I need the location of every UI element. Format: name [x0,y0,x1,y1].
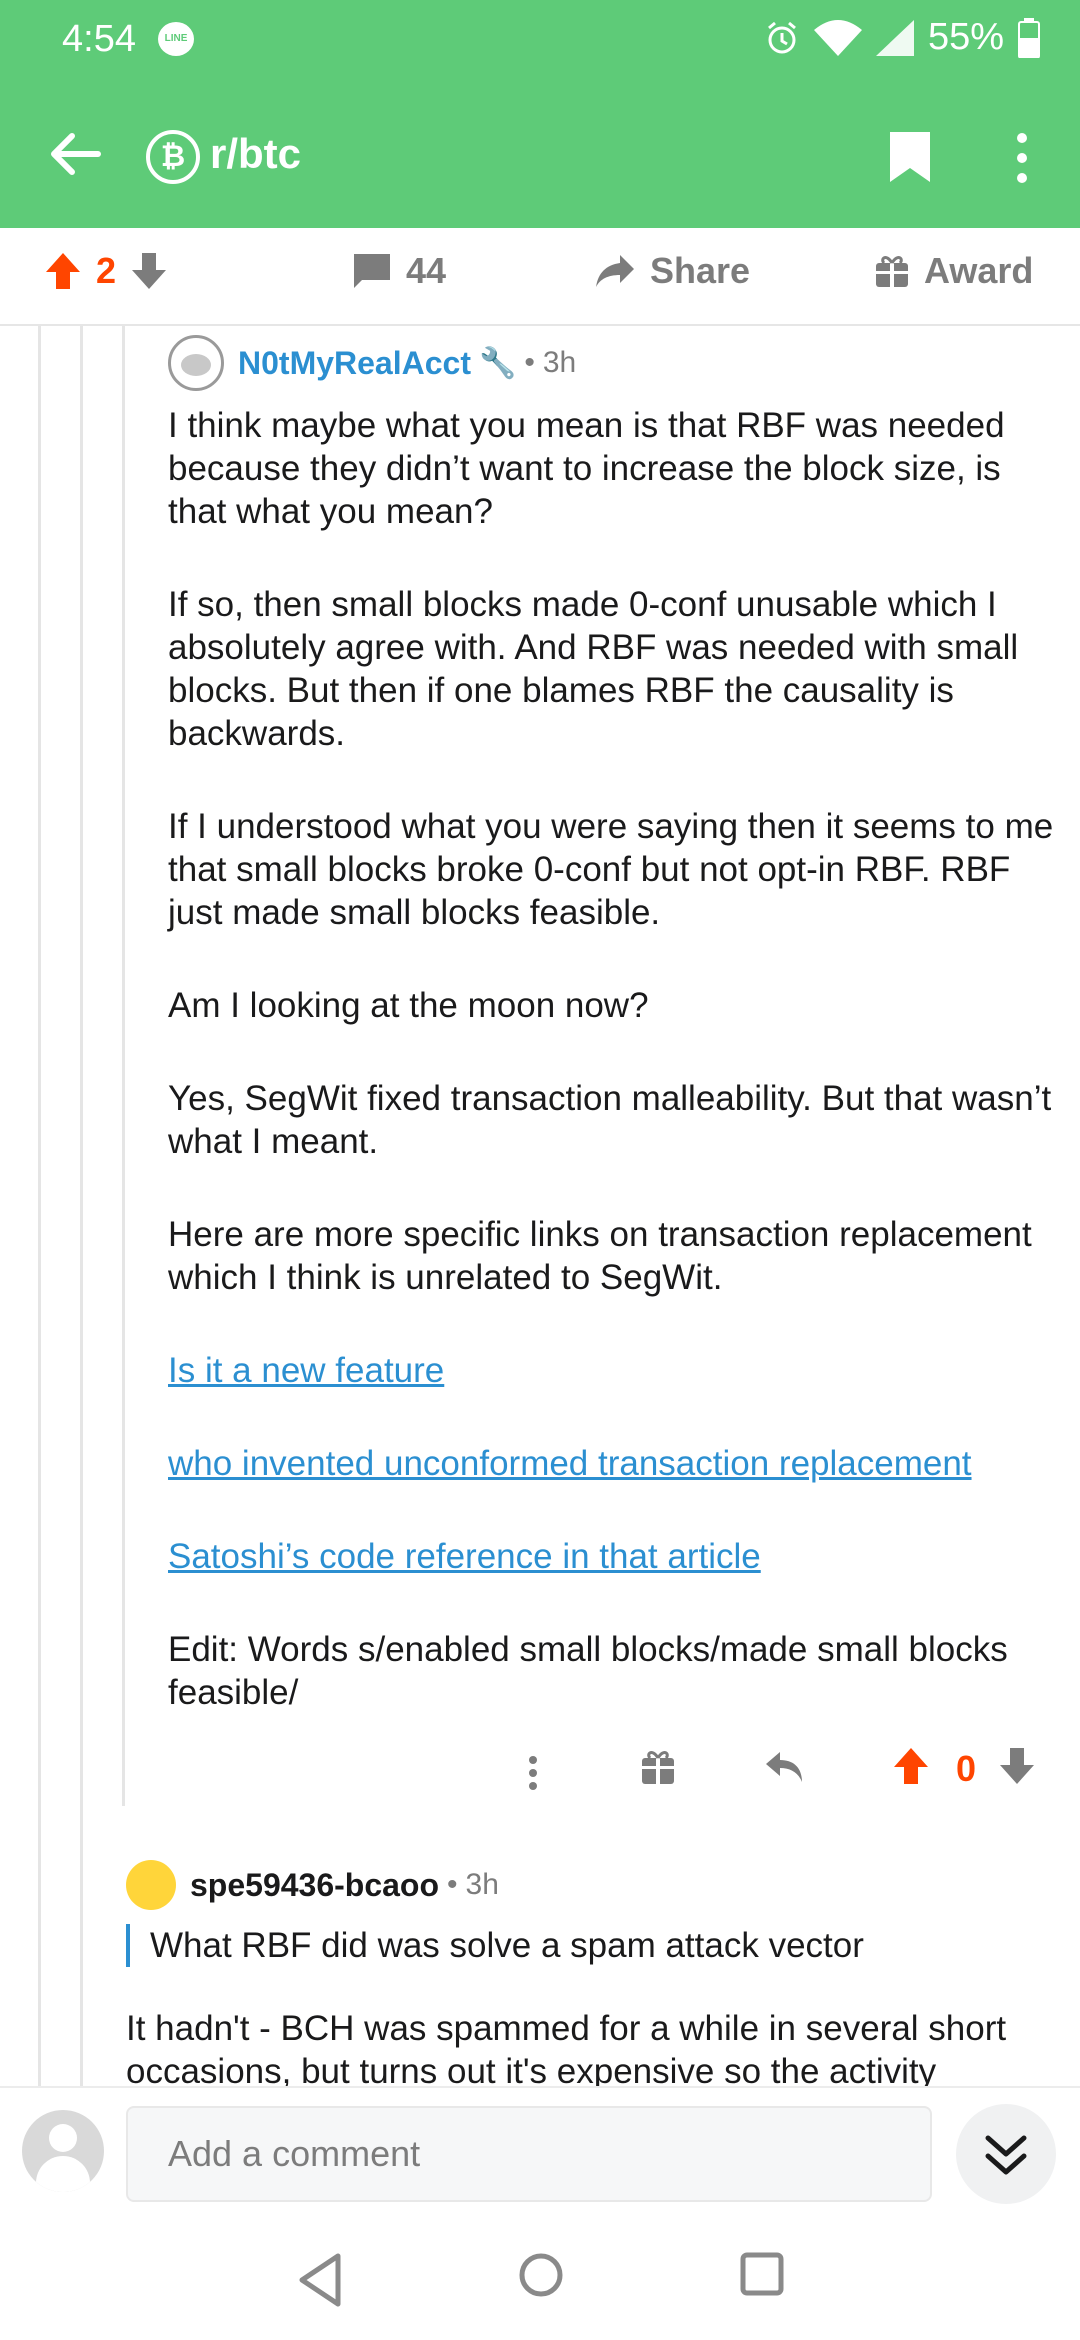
nav-home-icon[interactable] [518,2252,564,2298]
upvote-icon[interactable] [44,251,82,291]
thread-line [80,326,83,2086]
line-notification-icon: LINE [158,22,194,56]
bitcoin-icon[interactable]: ₿ [146,130,200,184]
comment-paragraph: Am I looking at the moon now? [168,986,649,1025]
comment-header: spe59436-bcaoo • 3h [126,1854,1056,1916]
share-button[interactable]: Share [594,250,750,292]
status-time: 4:54 [62,18,136,60]
collapse-icon [985,2135,1027,2175]
comment-paragraph: I think maybe what you mean is that RBF … [168,406,1005,531]
thread-line [38,326,41,2086]
post-action-bar: 2 44 Share Award [0,228,1080,326]
comment-bar: Add a comment [0,2086,1080,2222]
comment-thread: N0tMyRealAcct 🔧 • 3h I think maybe what … [0,326,1080,2086]
nav-recents-icon[interactable] [740,2252,784,2296]
post-vote: 2 [44,250,168,292]
comment-age: 3h [465,1868,499,1901]
comment-paragraph: Yes, SegWit fixed transaction malleabili… [168,1079,1052,1161]
alarm-icon [767,21,796,53]
wifi-icon [813,19,862,56]
app-bar: 4:54 LINE 55% ₿ r/btc [0,0,1080,228]
comment: N0tMyRealAcct 🔧 • 3h I think maybe what … [168,326,1068,1714]
status-bar: 4:54 LINE 55% [0,0,1080,80]
award-label: Award [924,250,1034,291]
comment: spe59436-bcaoo • 3h What RBF did was sol… [126,1848,1056,2086]
comment-header: N0tMyRealAcct 🔧 • 3h [168,332,1068,394]
comment-author[interactable]: spe59436-bcaoo [190,1867,439,1904]
upvote-icon[interactable] [892,1746,930,1786]
gift-icon[interactable] [640,1746,676,1786]
collapse-button[interactable] [956,2104,1056,2204]
comment-edit-note: Edit: Words s/enabled small blocks/made … [168,1630,1008,1712]
avatar[interactable] [168,335,224,391]
comment-paragraph: If so, then small blocks made 0-conf unu… [168,585,1019,753]
comment-paragraph: It hadn't - BCH was spammed for a while … [126,2009,1007,2086]
comment-link[interactable]: Satoshi’s code reference in that article [168,1535,1068,1578]
comment-age: 3h [542,346,577,379]
toolbar: ₿ r/btc [0,110,1080,200]
bookmark-icon[interactable] [886,130,934,184]
comment-vote-count: 0 [956,1748,977,1789]
comment-footer: 0 [0,1738,1080,1808]
post-vote-count: 2 [96,250,117,291]
avatar[interactable] [22,2110,104,2192]
subreddit-name[interactable]: r/btc [210,130,301,178]
share-icon [596,255,634,287]
comment-paragraph: If I understood what you were saying the… [168,807,1054,932]
nav-back-icon[interactable] [296,2252,346,2308]
comment-link[interactable]: who invented unconformed transaction rep… [168,1442,1068,1485]
downvote-icon[interactable] [130,251,168,291]
signal-icon [875,19,914,56]
more-vert-icon[interactable] [1006,128,1038,188]
reply-icon[interactable] [764,1746,804,1786]
comment-separator: • [524,346,535,379]
comment-paragraph: Here are more specific links on transact… [168,1215,1032,1297]
downvote-icon[interactable] [998,1746,1036,1786]
avatar[interactable] [126,1860,176,1910]
comment-icon [354,254,390,288]
wrench-icon: 🔧 [478,346,517,380]
comment-separator: • [447,1868,458,1901]
comment-quote: What RBF did was solve a spam attack vec… [126,1924,1056,1967]
comment-author[interactable]: N0tMyRealAcct [238,345,471,382]
battery-percent: 55% [927,16,1004,58]
more-vert-icon[interactable] [524,1746,542,1800]
back-arrow-icon[interactable] [44,124,104,184]
battery-icon [1018,17,1040,58]
comment-count: 44 [406,250,447,291]
thread-line [122,326,125,1806]
status-right: 55% [764,16,1040,59]
share-label: Share [650,250,751,291]
comment-input[interactable]: Add a comment [126,2106,932,2202]
award-button[interactable]: Award [874,250,1033,292]
comments-button[interactable]: 44 [352,250,446,292]
comment-link[interactable]: Is it a new feature [168,1349,1068,1392]
award-icon [876,256,908,287]
system-nav-bar [0,2222,1080,2340]
